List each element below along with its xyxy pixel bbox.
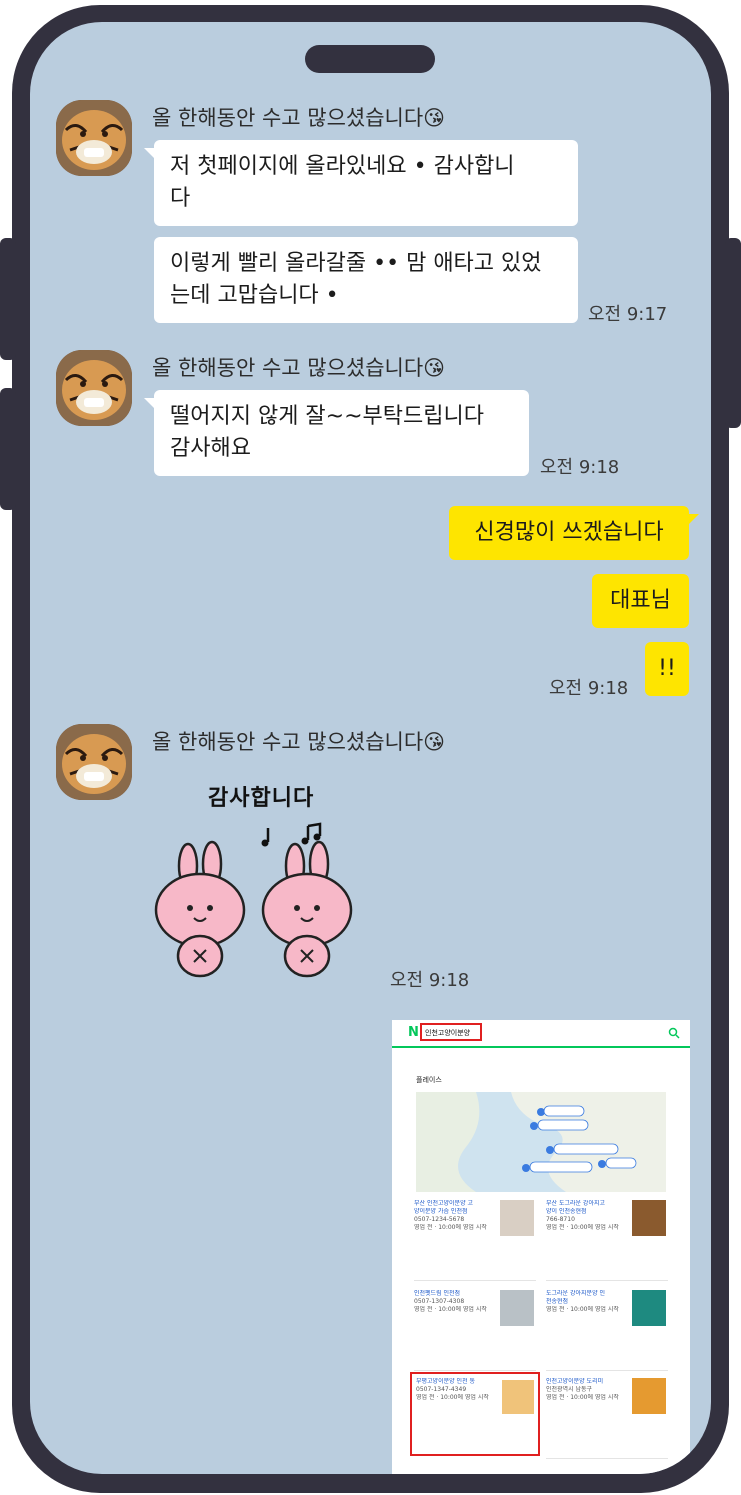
incoming-message[interactable]: 이렇게 빨리 올라갈줄 •• 맘 애타고 있었 는데 고맙습니다 • <box>154 237 578 323</box>
sender-name: 올 한해동안 수고 많으셨습니다😘 <box>152 730 446 754</box>
message-text: 신경많이 쓰겠습니다 <box>474 520 664 545</box>
sender-name: 올 한해동안 수고 많으셨습니다😘 <box>152 356 446 380</box>
bubble-tail <box>687 514 699 526</box>
message-text: 이렇게 빨리 올라갈줄 •• 맘 애타고 있었 <box>170 251 542 276</box>
message-time: 오전 9:18 <box>549 678 629 699</box>
message-text: 는데 고맙습니다 • <box>170 283 339 308</box>
tiger-avatar-icon[interactable] <box>56 350 132 426</box>
result-card: 인천펫드림 인천점 0507-1307-4308 영업 전 · 10:00에 영… <box>414 1290 536 1371</box>
phone-mockup: 올 한해동안 수고 많으셨습니다😘 저 첫페이지에 올라있네요 • 감사합니 다… <box>0 0 741 1495</box>
result-card: 인천고양이분양 도리미 인천광역시 남동구 영업 전 · 10:00에 영업 시… <box>546 1378 668 1459</box>
power-button <box>725 238 741 428</box>
highlighted-result-card: 부평고양이분양 인천 동 0507-1347-4349 영업 전 · 10:00… <box>410 1372 540 1456</box>
search-query: 인천고양이분양 <box>425 1029 471 1037</box>
naver-logo-icon: N <box>408 1025 419 1040</box>
outgoing-message[interactable]: 신경많이 쓰겠습니다 <box>449 506 699 560</box>
search-query-highlight: 인천고양이분양 <box>420 1023 482 1041</box>
volume-up-button <box>0 238 16 360</box>
message-text: 대표님 <box>610 588 671 613</box>
screenshot-image[interactable]: N 인천고양이분양 플레이스 부산 인천고양이분양 고 양이분양 가슴 인천점 … <box>392 1020 690 1474</box>
bubble-tail <box>144 148 156 160</box>
message-text: 감사해요 <box>170 436 251 461</box>
bubble-tail <box>144 398 156 410</box>
sender-name: 올 한해동안 수고 많으셨습니다😘 <box>152 106 446 130</box>
message-text: !! <box>658 656 676 681</box>
phone-notch <box>305 45 435 73</box>
message-time: 오전 9:18 <box>540 457 620 478</box>
result-card: 도그라운 강아지분양 인 천송현점 영업 전 · 10:00에 영업 시작 <box>546 1290 668 1371</box>
result-card: 부산 도그라운 강아지고 양이 인천송현점 766-8710 영업 전 · 10… <box>546 1200 668 1281</box>
message-text: 다 <box>170 186 191 211</box>
map-view <box>416 1092 666 1192</box>
result-list: 부산 인천고양이분양 고 양이분양 가슴 인천점 0507-1234-5678 … <box>410 1200 668 1474</box>
search-bar: N 인천고양이분양 <box>392 1020 690 1048</box>
message-time: 오전 9:17 <box>588 304 668 325</box>
music-note-icon <box>261 822 322 847</box>
rabbit-sticker-icon[interactable]: 감사합니다 <box>150 780 390 980</box>
tiger-avatar-icon[interactable] <box>56 100 132 176</box>
incoming-message[interactable]: 떨어지지 않게 잘~~부탁드립니다 감사해요 <box>144 390 529 476</box>
message-text: 저 첫페이지에 올라있네요 • 감사합니 <box>170 154 515 179</box>
outgoing-message[interactable]: 대표님 <box>592 574 689 628</box>
section-title: 플레이스 <box>416 1076 442 1084</box>
message-time: 오전 9:18 <box>390 970 470 991</box>
tiger-avatar-icon[interactable] <box>56 724 132 800</box>
result-card: 부산 인천고양이분양 고 양이분양 가슴 인천점 0507-1234-5678 … <box>414 1200 536 1281</box>
volume-down-button <box>0 388 16 510</box>
outgoing-message[interactable]: !! <box>645 642 689 696</box>
chat-screen[interactable]: 올 한해동안 수고 많으셨습니다😘 저 첫페이지에 올라있네요 • 감사합니 다… <box>30 22 711 1474</box>
search-icon <box>668 1027 680 1039</box>
message-text: 떨어지지 않게 잘~~부탁드립니다 <box>170 404 484 429</box>
incoming-message[interactable]: 저 첫페이지에 올라있네요 • 감사합니 다 <box>144 140 578 226</box>
